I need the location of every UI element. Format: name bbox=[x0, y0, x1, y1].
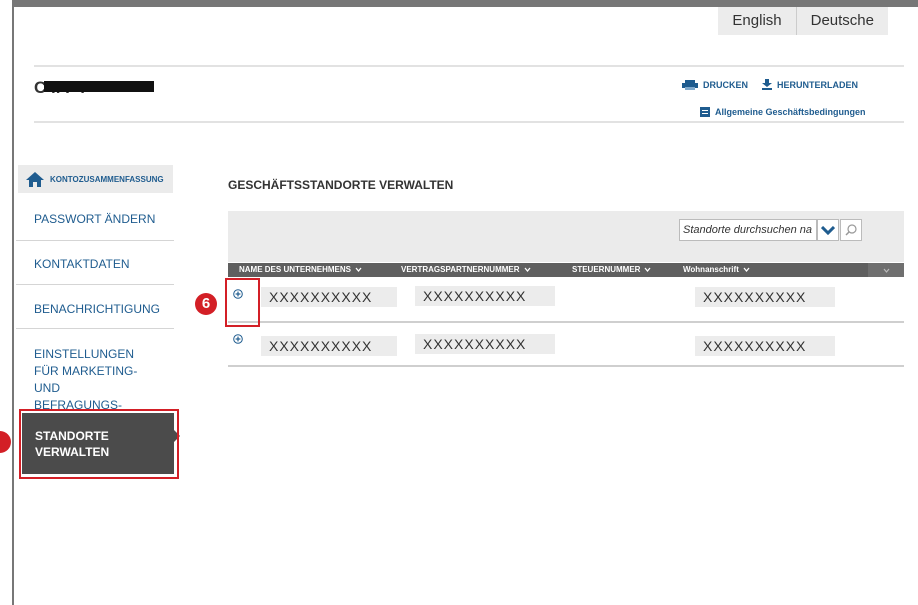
cell-address: XXXXXXXXXX bbox=[695, 287, 835, 307]
search-button[interactable] bbox=[840, 219, 862, 241]
step-badge-partial bbox=[0, 431, 11, 453]
step-badge: 6 bbox=[195, 293, 217, 315]
language-switcher: English Deutsche bbox=[718, 7, 888, 35]
download-button[interactable]: HERUNTERLADEN bbox=[762, 79, 858, 90]
cell-address: XXXXXXXXXX bbox=[695, 336, 835, 356]
sort-chevron-icon bbox=[644, 267, 651, 272]
window-frame-left bbox=[12, 0, 14, 605]
sidebar-item-contact-data[interactable]: KONTAKTDATEN bbox=[16, 241, 174, 285]
terms-link[interactable]: Allgemeine Geschäftsbedingungen bbox=[700, 107, 866, 117]
table-header: NAME DES UNTERNEHMENS VERTRAGSPARTNERNUM… bbox=[228, 263, 904, 277]
language-english-button[interactable]: English bbox=[718, 7, 796, 35]
column-header-label: VERTRAGSPARTNERNUMMER bbox=[401, 265, 520, 274]
search-dropdown-button[interactable] bbox=[817, 219, 839, 241]
download-label: HERUNTERLADEN bbox=[777, 79, 858, 90]
home-icon bbox=[26, 171, 44, 187]
column-header-tax-number[interactable]: STEUERNUMMER bbox=[572, 265, 651, 274]
highlight-expand-icon bbox=[225, 278, 260, 327]
cell-contract-number: XXXXXXXXXX bbox=[415, 286, 555, 306]
page-title: GESCHÄFTSSTANDORTE VERWALTEN bbox=[228, 178, 454, 192]
search-icon bbox=[845, 224, 857, 236]
highlight-sidebar-active bbox=[19, 409, 179, 479]
header-divider bbox=[34, 65, 904, 67]
sidebar-item-notification[interactable]: BENACHRICHTIGUNG bbox=[16, 285, 174, 329]
sidebar-item-label: KONTAKTDATEN bbox=[34, 257, 130, 271]
window-frame-top bbox=[12, 0, 918, 7]
column-menu-button[interactable] bbox=[868, 263, 904, 277]
table-row: XXXXXXXXXX XXXXXXXXXX XXXXXXXXXX bbox=[228, 280, 904, 323]
printer-icon bbox=[682, 79, 698, 90]
sort-chevron-icon bbox=[355, 267, 362, 272]
expand-row-icon[interactable] bbox=[233, 334, 243, 344]
cell-contract-number: XXXXXXXXXX bbox=[415, 334, 555, 354]
chevron-down-icon bbox=[821, 225, 835, 235]
redaction-bar bbox=[44, 81, 154, 92]
cell-company-name: XXXXXXXXXX bbox=[261, 336, 397, 356]
column-header-label: NAME DES UNTERNEHMENS bbox=[239, 265, 352, 274]
column-header-address[interactable]: Wohnanschrift bbox=[683, 265, 750, 274]
sort-chevron-icon bbox=[524, 267, 531, 272]
sidebar-home-label: KONTOZUSAMMENFASSUNG bbox=[50, 174, 164, 184]
print-label: DRUCKEN bbox=[703, 79, 748, 90]
sort-chevron-icon bbox=[743, 267, 750, 272]
column-header-label: STEUERNUMMER bbox=[572, 265, 641, 274]
download-icon bbox=[762, 79, 772, 90]
cell-company-name: XXXXXXXXXX bbox=[261, 287, 397, 307]
chevron-down-icon bbox=[883, 268, 889, 273]
sidebar-item-marketing-settings[interactable]: EINSTELLUNGEN FÜR MARKETING- UND BEFRAGU… bbox=[16, 329, 174, 429]
sidebar-item-label: BENACHRICHTIGUNG bbox=[34, 302, 161, 316]
sidebar-item-account-summary[interactable]: KONTOZUSAMMENFASSUNG bbox=[18, 165, 173, 193]
document-icon bbox=[700, 107, 710, 117]
print-button[interactable]: DRUCKEN bbox=[682, 79, 748, 90]
table-row: XXXXXXXXXX XXXXXXXXXX XXXXXXXXXX bbox=[228, 324, 904, 367]
column-header-company-name[interactable]: NAME DES UNTERNEHMENS bbox=[239, 265, 362, 274]
column-header-label: Wohnanschrift bbox=[683, 265, 739, 274]
page-actions: DRUCKEN HERUNTERLADEN bbox=[682, 79, 858, 90]
actions-divider bbox=[34, 121, 904, 123]
column-header-contract-number[interactable]: VERTRAGSPARTNERNUMMER bbox=[401, 265, 531, 274]
terms-label: Allgemeine Geschäftsbedingungen bbox=[715, 107, 866, 117]
sidebar-item-change-password[interactable]: PASSWORT ÄNDERN bbox=[16, 197, 174, 241]
sidebar-item-label: PASSWORT ÄNDERN bbox=[34, 212, 156, 226]
language-deutsch-button[interactable]: Deutsche bbox=[795, 7, 888, 35]
location-search-input[interactable]: Standorte durchsuchen na bbox=[679, 219, 817, 241]
